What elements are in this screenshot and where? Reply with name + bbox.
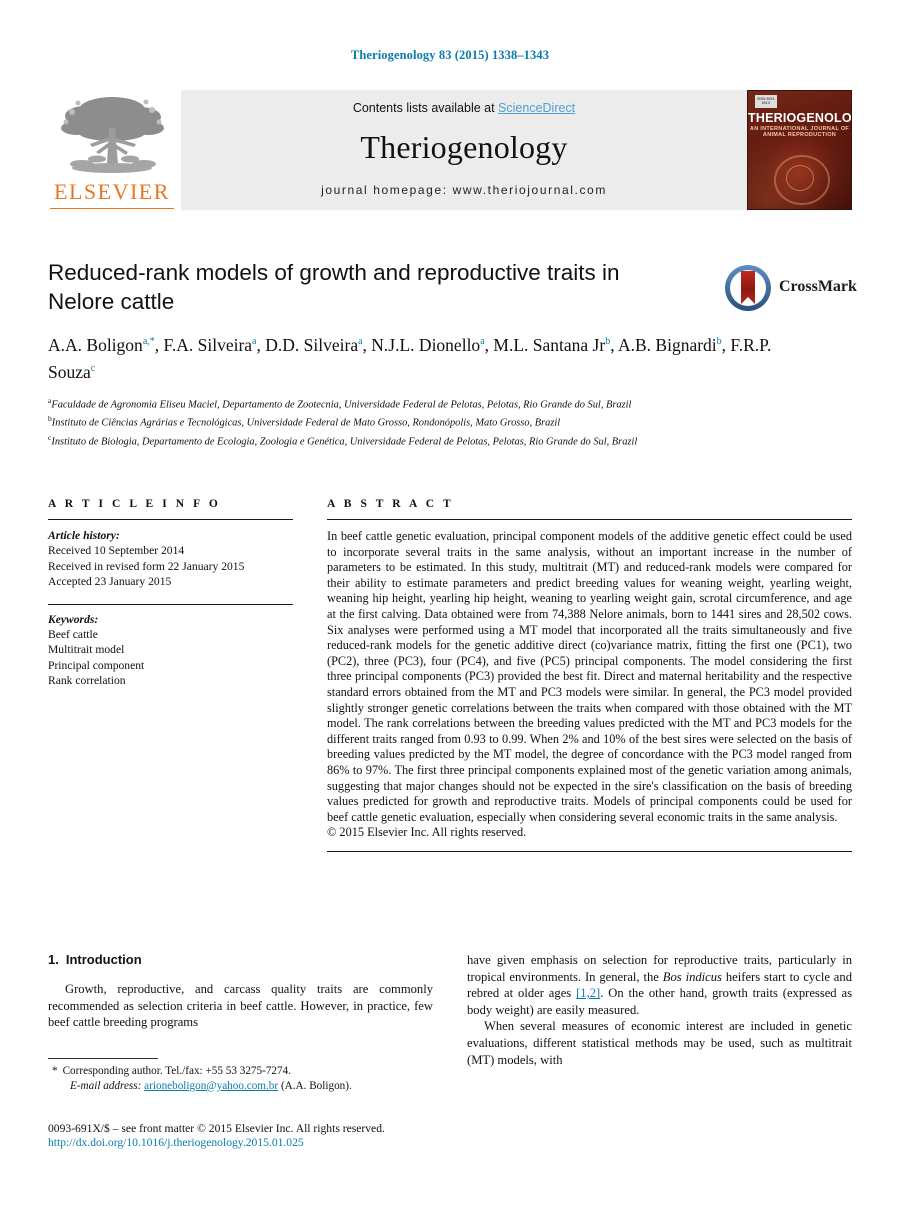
author-name: N.J.L. Dionello — [371, 334, 481, 355]
divider — [327, 519, 852, 520]
elsevier-rule — [50, 208, 174, 209]
sciencedirect-link[interactable]: ScienceDirect — [498, 101, 575, 115]
running-head: Theriogenology 83 (2015) 1338–1343 — [350, 48, 550, 62]
crossmark-label: CrossMark — [779, 278, 857, 295]
author-name: A.A. Boligon — [48, 334, 143, 355]
section-number: 1. — [48, 952, 59, 967]
author-sup: c — [90, 362, 96, 374]
elsevier-tree-icon — [61, 97, 164, 173]
cover-title: THERIOGENOLOGY — [748, 111, 852, 125]
paragraph: have given emphasis on selection for rep… — [467, 952, 852, 1018]
section-heading-text: Introduction — [65, 952, 142, 967]
affiliation-text: Instituto de Biologia, Departamento de E… — [51, 436, 638, 448]
divider — [48, 519, 293, 520]
keyword-item: Multitrait model — [48, 643, 125, 656]
keyword-item: Beef cattle — [48, 627, 98, 641]
keyword-item: Rank correlation — [48, 674, 126, 687]
issn-copyright-line: 0093-691X/$ – see front matter © 2015 El… — [48, 1122, 385, 1135]
affiliation-text: Faculdade de Agronomia Eliseu Maciel, De… — [51, 399, 632, 411]
journal-masthead: ELSEVIER Contents lists available at Sci… — [48, 90, 852, 210]
footnote-star: * — [52, 1065, 58, 1077]
author-name: F.A. Silveira — [163, 334, 253, 355]
corresponding-author-footnote: * Corresponding author. Tel./fax: +55 53 … — [48, 1058, 433, 1093]
paragraph: When several measures of economic intere… — [467, 1019, 852, 1067]
journal-homepage[interactable]: journal homepage: www.theriojournal.com — [181, 183, 747, 197]
author-sup: a — [358, 336, 363, 347]
abstract-column: A B S T R A C T In beef cattle genetic e… — [327, 498, 852, 852]
paragraph: Growth, reproductive, and carcass qualit… — [48, 982, 433, 1030]
article-info-column: A R T I C L E I N F O Article history: R… — [48, 498, 293, 852]
affiliation-item: aFaculdade de Agronomia Eliseu Maciel, D… — [48, 394, 818, 412]
author-sup: b — [605, 336, 611, 347]
abstract-copyright: © 2015 Elsevier Inc. All rights reserved… — [327, 825, 527, 840]
page-title: Reduced-rank models of growth and reprod… — [48, 260, 620, 314]
journal-band: Contents lists available at ScienceDirec… — [181, 90, 748, 210]
article-history-label: Article history: — [48, 529, 120, 542]
elsevier-wordmark: ELSEVIER — [54, 179, 170, 204]
elsevier-logo: ELSEVIER — [48, 92, 176, 210]
affiliation-list: aFaculdade de Agronomia Eliseu Maciel, D… — [48, 394, 818, 449]
author-sup: a — [252, 336, 257, 347]
citation-link[interactable]: [1,2] — [576, 986, 600, 1000]
author-name: A.B. Bignardi — [617, 334, 717, 355]
journal-title: Theriogenology — [360, 129, 568, 165]
article-info-heading: A R T I C L E I N F O — [48, 498, 221, 510]
author-sup: a,* — [142, 336, 155, 347]
author-name: D.D. Silveira — [265, 334, 359, 355]
footnote-divider — [48, 1058, 158, 1059]
body-column-left: 1. Introduction Growth, reproductive, and… — [48, 952, 433, 1068]
author-list: A.A. Boligona,*, F.A. Silveiraa, D.D. Si… — [48, 334, 772, 382]
footnote-line: * Corresponding author. Tel./fax: +55 53 … — [48, 1064, 433, 1079]
author-sup: b — [716, 336, 722, 347]
history-item: Accepted 23 January 2015 — [48, 575, 172, 588]
section-heading-introduction: 1. Introduction — [48, 952, 433, 967]
keyword-item: Principal component — [48, 658, 145, 672]
body-columns: 1. Introduction Growth, reproductive, and… — [48, 952, 852, 1068]
affiliation-item: cInstituto de Biologia, Departamento de … — [48, 431, 818, 449]
journal-cover-thumbnail: ISSN 0093-691X THERIOGENOLOGY AN INTERNA… — [747, 90, 852, 210]
abstract-heading: A B S T R A C T — [327, 498, 454, 510]
history-item: Received in revised form 22 January 2015 — [48, 559, 245, 573]
divider — [327, 850, 852, 852]
contents-lists-prefix: Contents lists available at — [352, 101, 499, 115]
cover-subtitle: AN INTERNATIONAL JOURNAL OF ANIMAL REPRO… — [749, 126, 850, 138]
footnote-corresponding-text: Corresponding author. Tel./fax: +55 53 3… — [62, 1065, 292, 1077]
affiliation-text: Instituto de Ciências Agrárias e Tecnoló… — [51, 417, 561, 429]
author-sup: a — [480, 336, 485, 347]
email-owner: (A.A. Boligon). — [280, 1079, 352, 1092]
cover-cell-inner — [786, 165, 814, 191]
species-name: Bos indicus — [662, 969, 722, 984]
affiliation-item: bInstituto de Ciências Agrárias e Tecnol… — [48, 412, 818, 430]
imprint-block: 0093-691X/$ – see front matter © 2015 El… — [48, 1122, 468, 1149]
doi-link[interactable]: http://dx.doi.org/10.1016/j.theriogenolo… — [48, 1136, 468, 1149]
crossmark-badge[interactable]: CrossMark — [724, 264, 857, 320]
contents-lists-line: Contents lists available at ScienceDirec… — [181, 90, 747, 115]
body-column-right: have given emphasis on selection for rep… — [467, 952, 852, 1068]
abstract-body: In beef cattle genetic evaluation, princ… — [327, 529, 852, 841]
history-item: Received 10 September 2014 — [48, 544, 185, 557]
author-name: M.L. Santana Jr — [493, 334, 606, 355]
info-abstract-row: A R T I C L E I N F O Article history: R… — [48, 498, 852, 852]
divider — [48, 603, 293, 605]
abstract-text: In beef cattle genetic evaluation, princ… — [327, 529, 852, 824]
email-label: E-mail address: — [70, 1079, 142, 1092]
keywords-label: Keywords: — [48, 612, 99, 626]
cover-issn-badge: ISSN 0093-691X — [755, 95, 777, 108]
footnote-email-line: E-mail address: arioneboligon@yahoo.com.… — [48, 1079, 433, 1094]
email-link[interactable]: arioneboligon@yahoo.com.br — [144, 1080, 278, 1092]
journal-article-page: Theriogenology 83 (2015) 1338–1343 ELSEV… — [0, 0, 900, 1230]
crossmark-icon[interactable] — [724, 264, 772, 312]
title-block: Reduced-rank models of growth and reprod… — [48, 258, 857, 450]
